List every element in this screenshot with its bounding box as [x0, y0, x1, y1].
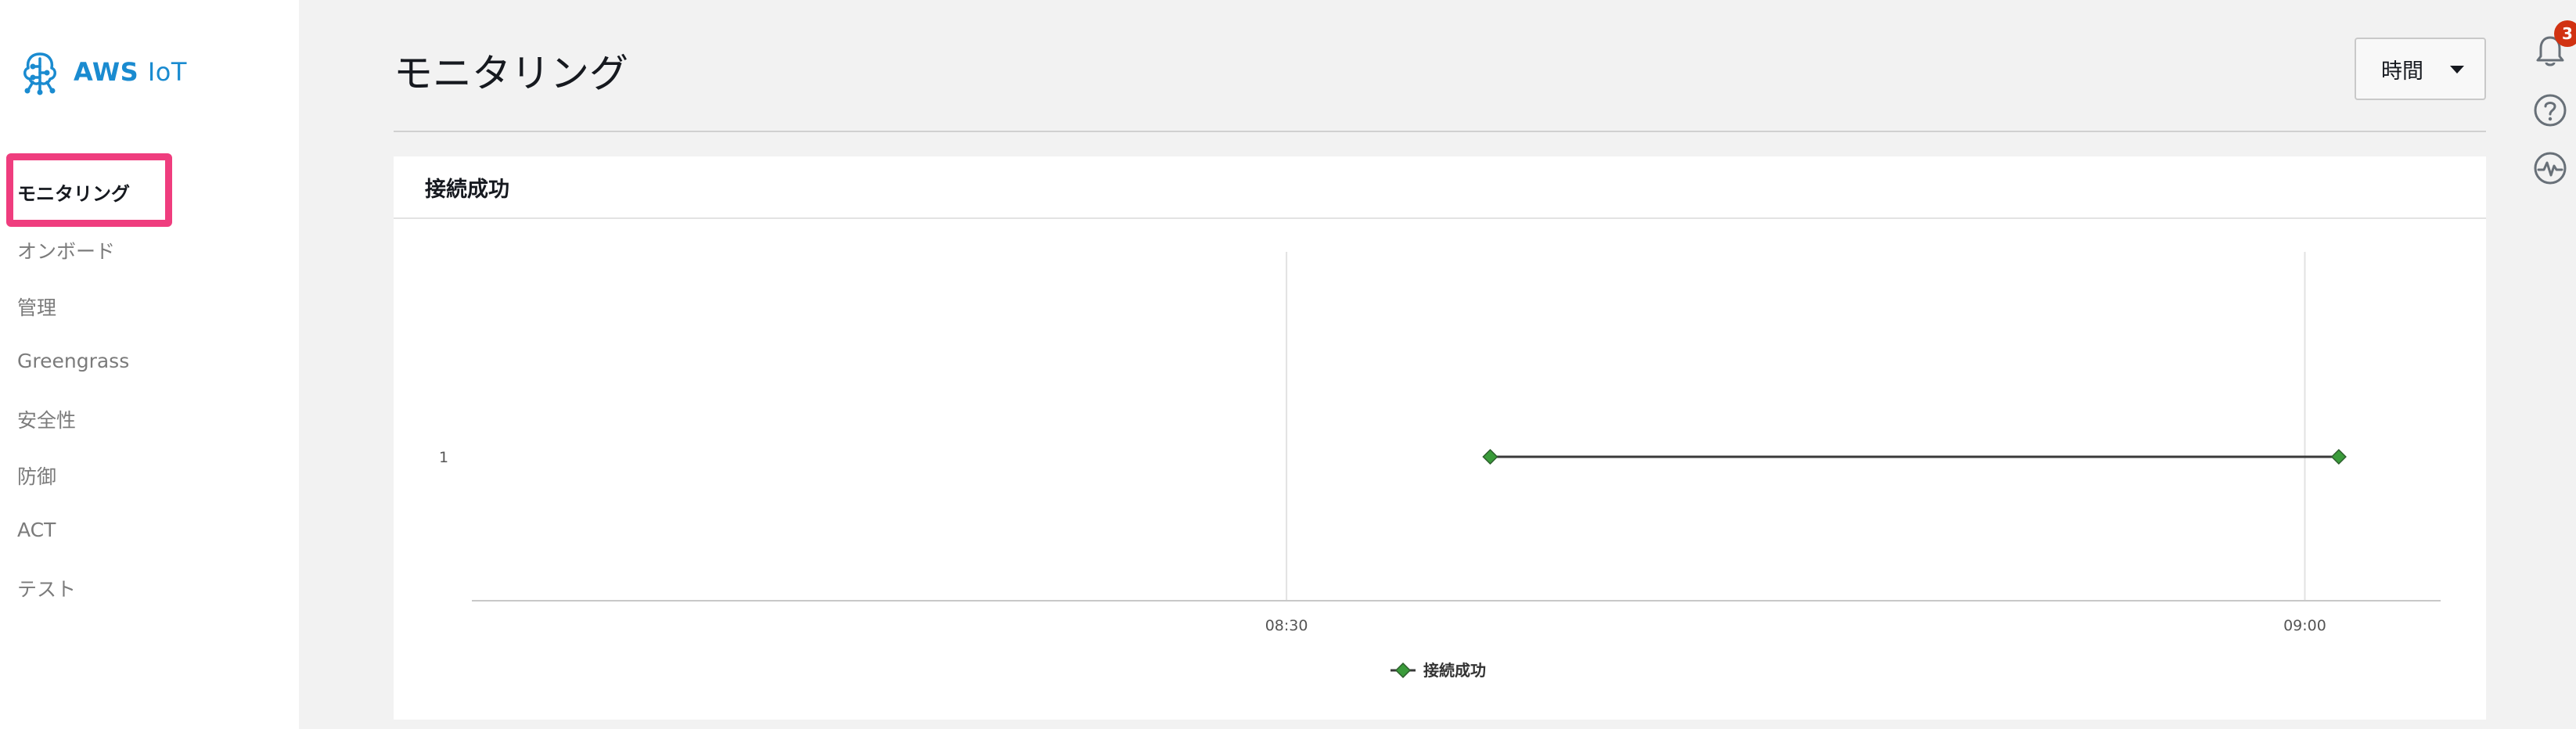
sidebar-item-act[interactable]: ACT	[17, 519, 56, 541]
title-divider	[394, 131, 2486, 132]
x-tick-label: 09:00	[2283, 617, 2326, 634]
aws-iot-logo-icon	[23, 52, 56, 95]
data-point-marker	[1482, 448, 1498, 465]
sidebar-item-defend[interactable]: 防御	[17, 461, 56, 490]
sidebar-item-greengrass[interactable]: Greengrass	[17, 350, 129, 372]
sidebar-item-manage[interactable]: 管理	[17, 293, 56, 321]
legend-label: 接続成功	[1423, 661, 1486, 680]
page-title: モニタリング	[394, 51, 628, 96]
y-tick-label: 1	[439, 449, 448, 466]
sidebar-item-secure[interactable]: 安全性	[17, 405, 76, 433]
question-circle-icon[interactable]	[2532, 92, 2568, 128]
legend-marker	[1394, 662, 1412, 679]
card-title: 接続成功	[394, 156, 2486, 219]
sidebar-item-onboard[interactable]: オンボード	[17, 236, 115, 264]
sidebar: AWS IoT モニタリング オンボード 管理 Greengrass 安全性 防…	[0, 0, 299, 729]
sidebar-item-test[interactable]: テスト	[17, 574, 76, 602]
x-tick-label: 08:30	[1265, 617, 1308, 634]
brand-logo[interactable]: AWS IoT	[16, 48, 187, 95]
brand-name: AWS IoT	[74, 57, 187, 87]
sidebar-item-monitoring[interactable]: モニタリング	[17, 178, 130, 206]
caret-down-icon	[2450, 66, 2464, 74]
connection-success-chart: 08:30 09:00 1 接続成功	[439, 252, 2441, 680]
notification-badge: 3	[2554, 20, 2576, 47]
connection-success-card: 接続成功 08:30 09:00 1 接続成功	[394, 156, 2486, 720]
time-range-dropdown[interactable]: 時間	[2355, 38, 2486, 100]
pulse-circle-icon[interactable]	[2532, 150, 2568, 186]
data-point-marker	[2330, 448, 2347, 465]
time-range-label: 時間	[2381, 59, 2423, 84]
